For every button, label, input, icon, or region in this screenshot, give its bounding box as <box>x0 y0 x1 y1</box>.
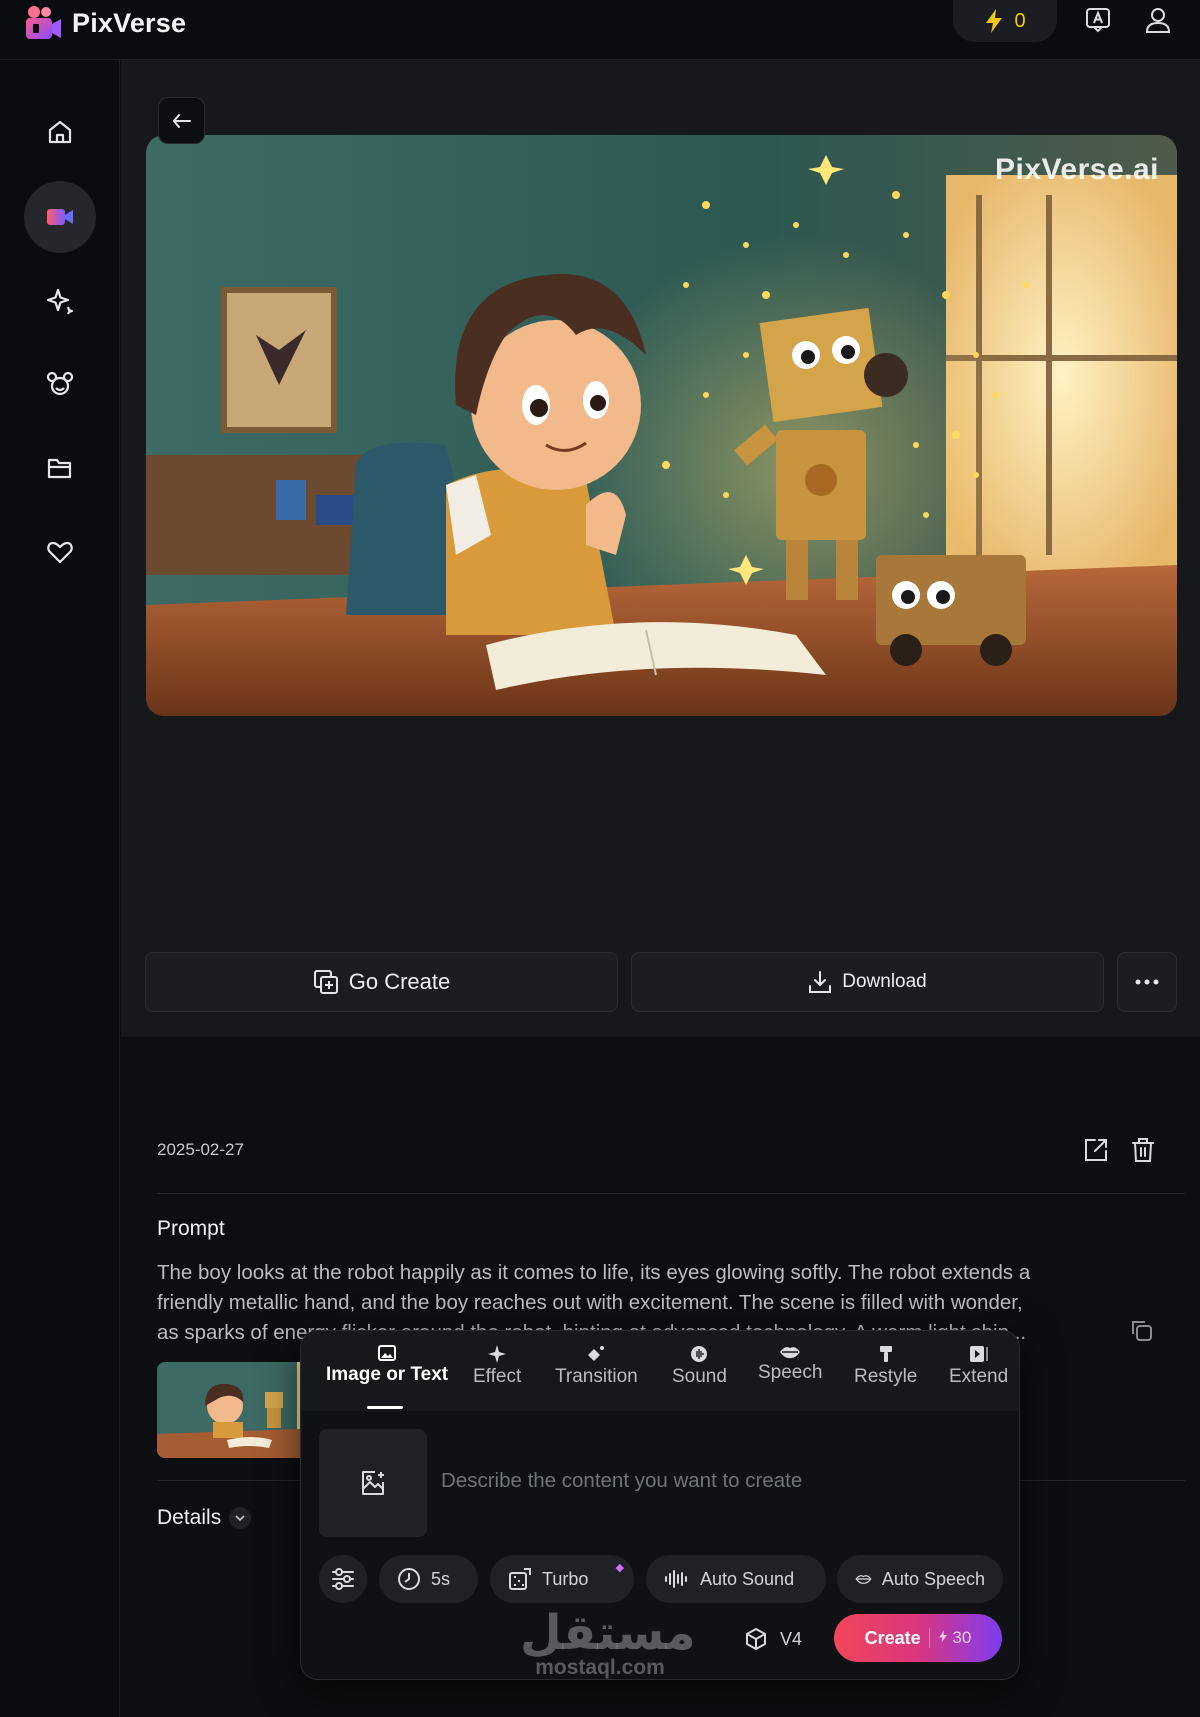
create-tabs: Image or Text Effect Transition Sound Sp… <box>301 1331 1019 1411</box>
sliders-icon <box>332 1568 354 1590</box>
lips-icon <box>780 1347 801 1359</box>
add-image-icon <box>362 1471 384 1495</box>
tab-label: Speech <box>758 1362 823 1383</box>
download-button[interactable]: Download <box>631 952 1104 1012</box>
preview-area: PixVerse.ai <box>121 60 1200 1037</box>
tab-image-or-text[interactable]: Image or Text <box>326 1345 448 1386</box>
created-date: 2025-02-27 <box>157 1140 244 1159</box>
create-cost: 30 <box>928 1628 972 1648</box>
sidebar <box>0 60 120 1717</box>
credits-count: 0 <box>1014 9 1026 32</box>
auto-speech-button[interactable]: Auto Speech <box>837 1555 1003 1603</box>
character-icon[interactable] <box>24 348 96 420</box>
image-icon <box>378 1345 397 1361</box>
sound-icon <box>691 1346 708 1362</box>
lightning-icon <box>938 1630 947 1643</box>
brush-icon <box>879 1346 892 1362</box>
more-dots-icon <box>1135 979 1159 985</box>
folder-icon[interactable] <box>24 432 96 504</box>
add-copy-icon <box>313 970 338 994</box>
sparkle-icon <box>488 1345 507 1363</box>
trash-icon[interactable] <box>1131 1137 1155 1168</box>
pixverse-logo-icon <box>24 5 62 41</box>
tab-label: Image or Text <box>326 1364 449 1385</box>
video-scene-image <box>146 135 1177 716</box>
user-icon[interactable] <box>1142 4 1174 36</box>
waveform-icon <box>665 1570 687 1588</box>
create-label: Create <box>864 1627 921 1648</box>
video-preview[interactable]: PixVerse.ai <box>146 135 1177 716</box>
active-tab-indicator <box>367 1406 403 1409</box>
tab-label: Extend <box>949 1366 1009 1387</box>
watermark-arabic: مستقل <box>520 1605 696 1661</box>
download-icon <box>809 971 832 993</box>
duration-button[interactable]: 5s <box>379 1555 478 1603</box>
video-camera-icon[interactable] <box>24 181 96 253</box>
more-options-button[interactable] <box>1117 952 1177 1012</box>
download-label: Download <box>842 971 927 992</box>
back-button[interactable] <box>158 97 205 144</box>
heart-icon[interactable] <box>24 516 96 588</box>
clock-icon <box>398 1568 420 1590</box>
divider <box>157 1193 1185 1194</box>
tab-label: Sound <box>672 1366 727 1387</box>
create-button[interactable]: Create 30 <box>834 1614 1002 1662</box>
home-icon[interactable] <box>24 96 96 168</box>
upload-image-button[interactable] <box>319 1429 427 1537</box>
turbo-label: Turbo <box>542 1568 589 1589</box>
tab-restyle[interactable]: Restyle <box>854 1345 917 1388</box>
prompt-line: friendly metallic hand, and the boy reac… <box>157 1291 1023 1314</box>
transition-icon <box>588 1346 605 1361</box>
tab-speech[interactable]: Speech <box>758 1345 822 1384</box>
duration-value: 5s <box>431 1568 451 1589</box>
tab-label: Restyle <box>854 1366 918 1387</box>
site-watermark: مستقل mostaql.com <box>520 1605 696 1680</box>
top-bar: PixVerse 0 <box>0 0 1200 60</box>
prompt-input[interactable]: Describe the content you want to create <box>441 1469 802 1493</box>
tab-label: Effect <box>473 1366 522 1387</box>
chevron-down-icon <box>229 1507 252 1529</box>
turbo-icon <box>509 1568 531 1590</box>
app-name: PixVerse <box>72 7 187 38</box>
premium-gem-icon: ◆ <box>615 1562 624 1574</box>
model-label: V4 <box>780 1628 803 1649</box>
go-create-button[interactable]: Go Create <box>145 952 618 1012</box>
copy-icon[interactable] <box>1129 1318 1153 1347</box>
lips-icon <box>855 1575 872 1584</box>
auto-sound-button[interactable]: Auto Sound <box>646 1555 826 1603</box>
arrow-left-icon <box>172 113 191 128</box>
auto-speech-label: Auto Speech <box>881 1568 985 1589</box>
prompt-line: The boy looks at the robot happily as it… <box>157 1261 1031 1284</box>
details-label: Details <box>157 1506 222 1529</box>
share-icon[interactable] <box>1083 1137 1109 1168</box>
sparkle-icon[interactable] <box>24 265 96 337</box>
tab-extend[interactable]: Extend <box>949 1345 1008 1388</box>
credits-badge[interactable]: 0 <box>953 0 1057 42</box>
tab-label: Transition <box>555 1366 638 1387</box>
video-watermark: PixVerse.ai <box>995 153 1159 186</box>
logo[interactable]: PixVerse <box>24 0 186 46</box>
auto-sound-label: Auto Sound <box>700 1568 795 1589</box>
model-selector[interactable]: V4 <box>744 1627 802 1651</box>
feedback-icon[interactable] <box>1082 4 1114 36</box>
turbo-button[interactable]: Turbo ◆ <box>490 1555 634 1603</box>
tab-transition[interactable]: Transition <box>555 1345 638 1388</box>
prompt-heading: Prompt <box>157 1217 225 1240</box>
lightning-icon <box>986 9 1003 33</box>
go-create-label: Go Create <box>348 969 451 994</box>
details-toggle[interactable]: Details <box>157 1506 252 1530</box>
tab-effect[interactable]: Effect <box>473 1345 521 1388</box>
cube-icon <box>746 1628 766 1650</box>
settings-button[interactable] <box>319 1555 367 1603</box>
tab-sound[interactable]: Sound <box>672 1345 727 1388</box>
extend-icon <box>969 1346 988 1362</box>
create-cost-value: 30 <box>952 1628 972 1647</box>
watermark-latin: mostaql.com <box>535 1656 665 1679</box>
